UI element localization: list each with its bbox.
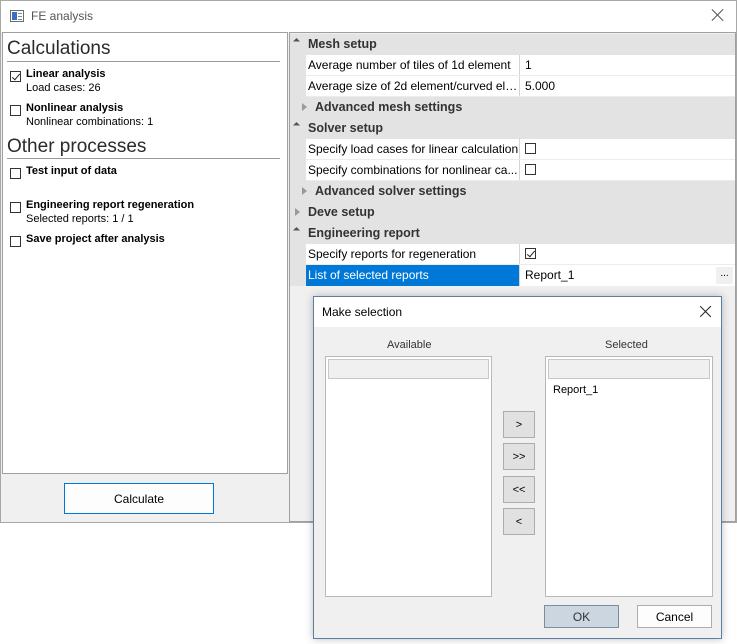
collapse-caret-icon[interactable] bbox=[292, 37, 301, 46]
make-selection-dialog: Make selection Available Selected Report… bbox=[313, 296, 722, 639]
browse-ellipsis-button[interactable]: ... bbox=[716, 267, 733, 284]
linear-analysis-sub: Load cases: 26 bbox=[26, 82, 101, 94]
save-project-checkbox[interactable] bbox=[10, 236, 21, 247]
remove-all-button[interactable]: << bbox=[503, 476, 535, 503]
available-list[interactable] bbox=[325, 356, 492, 597]
property-row[interactable]: Specify reports for regeneration bbox=[290, 244, 735, 265]
nonlinear-analysis-label: Nonlinear analysis bbox=[26, 102, 124, 114]
dialog-title: Make selection bbox=[322, 305, 403, 319]
dialog-title-bar: Make selection bbox=[314, 297, 721, 327]
selected-label: Selected bbox=[605, 339, 648, 351]
report-regeneration-checkbox[interactable] bbox=[10, 202, 21, 213]
remove-button[interactable]: < bbox=[503, 508, 535, 535]
category-advanced-solver[interactable]: Advanced solver settings bbox=[290, 181, 735, 202]
grid-margin bbox=[290, 160, 306, 181]
property-name: Specify reports for regeneration bbox=[306, 244, 520, 265]
category-solver-setup[interactable]: Solver setup bbox=[290, 118, 735, 139]
property-name: Average number of tiles of 1d element bbox=[306, 55, 520, 76]
category-label: Solver setup bbox=[308, 121, 384, 135]
property-name: Specify load cases for linear calculatio… bbox=[306, 139, 520, 160]
category-label: Advanced solver settings bbox=[315, 184, 467, 198]
property-row[interactable]: Average size of 2d element/curved ele...… bbox=[290, 76, 735, 97]
grid-margin bbox=[290, 55, 306, 76]
property-value[interactable] bbox=[521, 244, 735, 265]
section-divider bbox=[7, 61, 280, 62]
property-row[interactable]: Average number of tiles of 1d element 1 bbox=[290, 55, 735, 76]
category-label: Advanced mesh settings bbox=[315, 100, 463, 114]
linear-analysis-checkbox[interactable] bbox=[10, 71, 21, 82]
grid-margin bbox=[290, 76, 306, 97]
nonlinear-analysis-checkbox[interactable] bbox=[10, 105, 21, 116]
property-row[interactable]: Specify load cases for linear calculatio… bbox=[290, 139, 735, 160]
available-filter-input[interactable] bbox=[328, 359, 489, 379]
grid-margin bbox=[290, 139, 306, 160]
grid-margin bbox=[290, 265, 306, 286]
property-value[interactable] bbox=[521, 139, 735, 160]
other-processes-heading: Other processes bbox=[7, 136, 147, 157]
property-value[interactable] bbox=[521, 160, 735, 181]
calculate-button[interactable]: Calculate bbox=[64, 483, 214, 514]
category-mesh-setup[interactable]: Mesh setup bbox=[290, 34, 735, 55]
category-label: Mesh setup bbox=[308, 37, 377, 51]
processes-panel: Calculations Linear analysis Load cases:… bbox=[2, 32, 288, 474]
calculate-area: Calculate bbox=[2, 474, 288, 522]
category-engineering-report[interactable]: Engineering report bbox=[290, 223, 735, 244]
ok-button[interactable]: OK bbox=[544, 605, 619, 628]
category-label: Deve setup bbox=[308, 205, 375, 219]
calculations-heading: Calculations bbox=[7, 38, 111, 59]
title-bar: FE analysis bbox=[1, 1, 736, 32]
close-icon[interactable] bbox=[710, 7, 726, 23]
section-divider bbox=[7, 158, 280, 159]
list-item[interactable]: Report_1 bbox=[553, 384, 598, 396]
property-value[interactable]: 1 bbox=[521, 55, 735, 76]
nonlinear-analysis-sub: Nonlinear combinations: 1 bbox=[26, 116, 154, 128]
category-label: Engineering report bbox=[308, 226, 420, 240]
property-name: Average size of 2d element/curved ele... bbox=[306, 76, 520, 97]
close-icon[interactable] bbox=[698, 304, 713, 319]
app-window-icon bbox=[10, 10, 24, 22]
collapse-caret-icon[interactable] bbox=[292, 226, 301, 235]
selected-filter-input[interactable] bbox=[548, 359, 710, 379]
cancel-button[interactable]: Cancel bbox=[637, 605, 712, 628]
expand-caret-icon[interactable] bbox=[302, 103, 307, 111]
save-project-label: Save project after analysis bbox=[26, 233, 165, 245]
available-label: Available bbox=[387, 339, 432, 351]
grid-margin bbox=[290, 244, 306, 265]
add-all-button[interactable]: >> bbox=[503, 443, 535, 470]
property-name: Specify combinations for nonlinear ca... bbox=[306, 160, 520, 181]
linear-load-cases-checkbox[interactable] bbox=[525, 143, 536, 154]
collapse-caret-icon[interactable] bbox=[292, 121, 301, 130]
nonlinear-combinations-checkbox[interactable] bbox=[525, 164, 536, 175]
property-name: List of selected reports bbox=[306, 265, 520, 286]
add-button[interactable]: > bbox=[503, 411, 535, 438]
property-value[interactable]: Report_1 bbox=[521, 265, 735, 286]
property-row-selected[interactable]: List of selected reports Report_1 ... bbox=[290, 265, 735, 286]
test-input-checkbox[interactable] bbox=[10, 168, 21, 179]
property-value[interactable]: 5.000 bbox=[521, 76, 735, 97]
report-regeneration-label: Engineering report regeneration bbox=[26, 199, 195, 211]
selected-list[interactable]: Report_1 bbox=[545, 356, 713, 597]
category-deve-setup[interactable]: Deve setup bbox=[290, 202, 735, 223]
window-title: FE analysis bbox=[31, 9, 94, 23]
report-regeneration-sub: Selected reports: 1 / 1 bbox=[26, 213, 134, 225]
linear-analysis-label: Linear analysis bbox=[26, 68, 106, 80]
expand-caret-icon[interactable] bbox=[295, 208, 300, 216]
test-input-label: Test input of data bbox=[26, 165, 117, 177]
property-row[interactable]: Specify combinations for nonlinear ca... bbox=[290, 160, 735, 181]
reports-regeneration-checkbox[interactable] bbox=[525, 248, 536, 259]
expand-caret-icon[interactable] bbox=[302, 187, 307, 195]
category-advanced-mesh[interactable]: Advanced mesh settings bbox=[290, 97, 735, 118]
